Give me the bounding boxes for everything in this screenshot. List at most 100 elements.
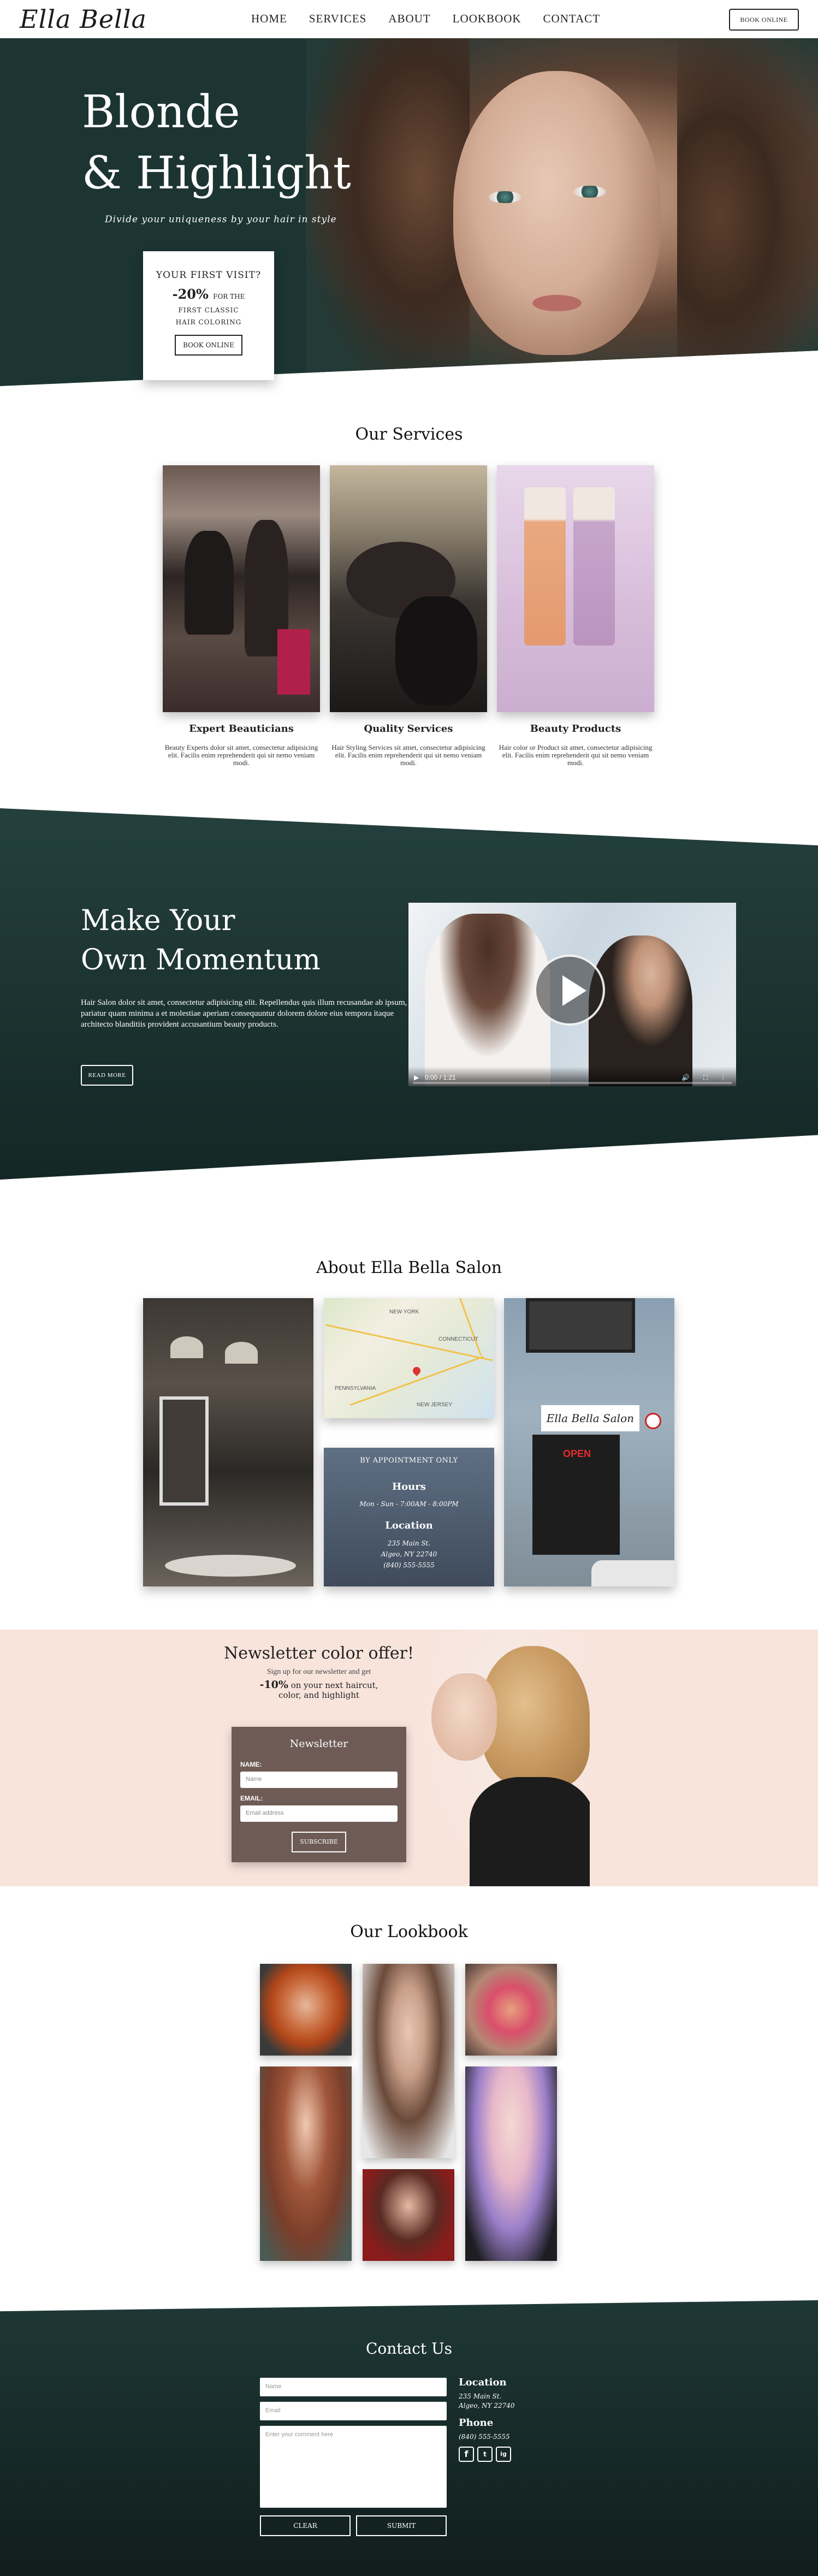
model-turtleneck xyxy=(470,1777,590,1886)
lookbook-photo-2[interactable] xyxy=(260,2066,352,2261)
contact-name-input[interactable]: Name xyxy=(260,2378,447,2396)
newsletter-email-input[interactable]: Email address xyxy=(240,1805,398,1822)
promo-book-online-button[interactable]: BOOK ONLINE xyxy=(175,335,242,356)
hero-hair-right xyxy=(677,38,818,386)
nav-lookbook[interactable]: LOOKBOOK xyxy=(453,12,521,26)
location-heading: Location xyxy=(385,1520,433,1531)
hours-heading: Hours xyxy=(392,1481,426,1493)
lookbook-photo-5[interactable] xyxy=(465,1964,557,2056)
clear-button[interactable]: CLEAR xyxy=(260,2515,351,2536)
services-title: Our Services xyxy=(355,425,463,444)
hero-title: Blonde & Highlight xyxy=(82,82,366,204)
hero-title-line2: & Highlight xyxy=(82,147,351,199)
model-face xyxy=(431,1673,497,1761)
instagram-icon[interactable]: ig xyxy=(496,2447,511,2462)
storefront-window xyxy=(526,1298,635,1353)
contact-comment-textarea[interactable]: Enter your comment here xyxy=(260,2426,447,2508)
hours-value: Mon - Sun - 7:00AM - 8:00PM xyxy=(359,1500,459,1508)
submit-button[interactable]: SUBMIT xyxy=(356,2515,447,2536)
service-name-products: Beauty Products xyxy=(530,723,621,735)
nav-home[interactable]: HOME xyxy=(251,12,287,26)
contact-location-heading: Location xyxy=(459,2377,507,2388)
video-progress-bar[interactable] xyxy=(413,1082,732,1084)
play-icon[interactable] xyxy=(534,955,605,1026)
parked-car xyxy=(591,1560,674,1586)
nav-contact[interactable]: CONTACT xyxy=(543,12,600,26)
contact-title: Contact Us xyxy=(365,2340,453,2358)
contact-email-input[interactable]: Email xyxy=(260,2402,447,2420)
hero-subtitle: Divide your uniqueness by your hair in s… xyxy=(105,214,337,225)
more-options-icon[interactable]: ⋮ xyxy=(720,1074,726,1081)
lookbook-photo-3[interactable] xyxy=(363,1964,454,2158)
salon-chair xyxy=(277,629,310,695)
promo-heading: YOUR FIRST VISIT? xyxy=(156,270,262,281)
lookbook-photo-4[interactable] xyxy=(363,2169,454,2261)
service-desc-products: Hair color or Product sit amet, consecte… xyxy=(499,743,653,767)
email-label: EMAIL: xyxy=(240,1795,263,1802)
hero-lips xyxy=(532,295,582,311)
momentum-text: Hair Salon dolor sit amet, consectetur a… xyxy=(81,998,407,1029)
map-label-pa: PENNSYLVANIA xyxy=(335,1385,376,1391)
momentum-title: Make Your Own Momentum xyxy=(81,901,321,980)
hero-eye-left xyxy=(489,191,521,203)
map-label-ny: NEW YORK xyxy=(389,1309,419,1315)
salon-chair-black xyxy=(395,596,477,706)
about-address: 235 Main St. Algeo, NY 22740 (840) 555-5… xyxy=(324,1538,494,1571)
promo-discount: -20% FOR THE xyxy=(143,286,274,302)
read-more-button[interactable]: READ MORE xyxy=(81,1065,133,1086)
hours-location-card: BY APPOINTMENT ONLY Hours Mon - Sun - 7:… xyxy=(324,1448,494,1586)
hero-face xyxy=(453,71,661,355)
no-parking-sign-icon xyxy=(645,1413,661,1429)
promo-video[interactable]: ▶ 0:00 / 1:21 🔊 ⛶ ⋮ xyxy=(408,903,736,1086)
newsletter-form: Newsletter NAME: Name EMAIL: Email addre… xyxy=(232,1727,406,1862)
contact-address: 235 Main St. Algeo, NY 22740 xyxy=(459,2392,515,2411)
lookbook-photo-1[interactable] xyxy=(260,1964,352,2056)
salon-interior-photo xyxy=(143,1298,313,1586)
map-road-3 xyxy=(438,1298,482,1356)
beautician-figure-1 xyxy=(185,531,234,635)
service-desc-quality: Hair Styling Services sit amet, consecte… xyxy=(331,743,485,767)
fullscreen-icon[interactable]: ⛶ xyxy=(703,1074,708,1082)
subscribe-button[interactable]: SUBSCRIBE xyxy=(292,1832,346,1852)
newsletter-offer-suffix: on your next haircut, xyxy=(291,1680,378,1690)
contact-phone-heading: Phone xyxy=(459,2417,494,2429)
contact-address-line1: 235 Main St. xyxy=(459,2393,502,2400)
promo-line4: HAIR COLORING xyxy=(175,318,242,326)
newsletter-name-input[interactable]: Name xyxy=(240,1772,398,1788)
service-image-beauticians xyxy=(163,465,320,712)
lookbook-photo-6[interactable] xyxy=(465,2066,557,2261)
promo-discount-value: -20% xyxy=(172,286,209,302)
hero-title-line1: Blonde xyxy=(82,86,240,138)
service-name-beauticians: Expert Beauticians xyxy=(189,723,294,735)
nav-services[interactable]: SERVICES xyxy=(309,12,367,26)
facebook-icon[interactable]: f xyxy=(459,2447,474,2462)
service-desc-beauticians: Beauty Experts dolor sit amet, consectet… xyxy=(164,743,318,767)
location-map[interactable]: NEW YORK CONNECTICUT PENNSYLVANIA NEW JE… xyxy=(324,1298,494,1418)
video-controls: ▶ 0:00 / 1:21 🔊 ⛶ ⋮ xyxy=(408,1067,736,1086)
map-road-1 xyxy=(325,1324,493,1361)
video-client xyxy=(589,935,692,1086)
video-time: 0:00 / 1:21 xyxy=(425,1074,456,1081)
volume-icon[interactable]: 🔊 xyxy=(681,1074,690,1081)
promo-details: FIRST CLASSIC HAIR COLORING xyxy=(143,304,274,328)
appointment-note: BY APPOINTMENT ONLY xyxy=(360,1456,458,1465)
video-play-small-icon[interactable]: ▶ xyxy=(414,1074,419,1081)
map-pin-icon xyxy=(411,1365,422,1376)
twitter-icon[interactable]: t xyxy=(477,2447,493,2462)
contact-address-line2: Algeo, NY 22740 xyxy=(459,2402,515,2409)
service-name-quality: Quality Services xyxy=(364,723,453,735)
logo[interactable]: Ella Bella xyxy=(20,4,147,34)
main-nav: HOME SERVICES ABOUT LOOKBOOK CONTACT xyxy=(251,12,600,26)
header-book-online-button[interactable]: BOOK ONLINE xyxy=(729,9,799,31)
salon-sign: Ella Bella Salon xyxy=(541,1405,639,1431)
salon-mirror xyxy=(159,1396,209,1506)
about-address-line1: 235 Main St. xyxy=(387,1539,431,1547)
promo-line3: FIRST CLASSIC xyxy=(178,306,239,314)
pendant-lamp-2 xyxy=(225,1342,258,1364)
nav-about[interactable]: ABOUT xyxy=(388,12,430,26)
map-label-nj: NEW JERSEY xyxy=(417,1402,453,1408)
promo-discount-suffix: FOR THE xyxy=(213,293,245,300)
name-label: NAME: xyxy=(240,1761,262,1768)
momentum-title-line1: Make Your xyxy=(81,904,235,937)
model-hair xyxy=(481,1646,590,1788)
